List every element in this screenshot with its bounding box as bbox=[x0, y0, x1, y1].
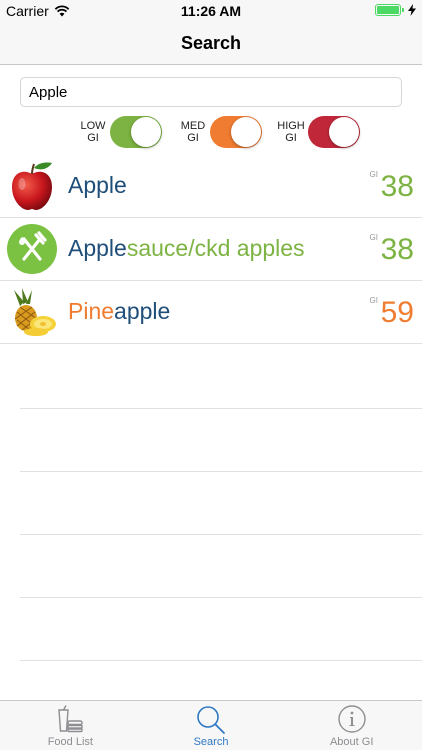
search-input[interactable] bbox=[20, 77, 402, 107]
status-right bbox=[375, 4, 416, 16]
filter-high-gi-label: HIGH GI bbox=[276, 120, 306, 144]
tab-about-gi[interactable]: About GI bbox=[281, 701, 422, 750]
apple-image bbox=[12, 162, 52, 210]
empty-row-separator bbox=[20, 597, 422, 598]
food-name-match: Apple bbox=[68, 235, 127, 261]
filter-low-gi-label: LOW GI bbox=[78, 120, 108, 144]
toggle-knob bbox=[329, 117, 359, 147]
gi-value: 38 bbox=[380, 233, 414, 266]
status-bar: Carrier 11:26 AM bbox=[0, 0, 422, 22]
low-gi-toggle[interactable] bbox=[110, 116, 162, 148]
tab-about-gi-label: About GI bbox=[329, 736, 374, 748]
empty-row-separator bbox=[20, 660, 422, 661]
status-time: 11:26 AM bbox=[180, 3, 242, 19]
empty-row-separator bbox=[20, 534, 422, 535]
gi-tag: GI bbox=[369, 296, 378, 305]
food-name-rest: sauce/ckd apples bbox=[126, 235, 305, 261]
filter-high-gi-label-line1: HIGH bbox=[277, 120, 305, 132]
filter-low-gi-label-line2: GI bbox=[87, 132, 99, 144]
charging-bolt-icon bbox=[408, 4, 416, 16]
food-name: Applesauce/ckd apples bbox=[68, 235, 305, 262]
gi-value: 59 bbox=[380, 296, 414, 329]
tab-food-list-label: Food List bbox=[47, 736, 93, 748]
filter-high-gi-label-line2: GI bbox=[285, 132, 297, 144]
med-gi-toggle[interactable] bbox=[210, 116, 262, 148]
food-name: Apple bbox=[68, 172, 127, 199]
food-list-icon bbox=[58, 705, 84, 733]
tab-search[interactable]: Search bbox=[141, 701, 282, 750]
navigation-bar: Search bbox=[0, 22, 422, 65]
info-icon bbox=[337, 705, 366, 733]
gi-value: 38 bbox=[380, 170, 414, 203]
list-item[interactable]: Pineapple GI 59 bbox=[0, 281, 422, 344]
filter-low-gi: LOW GI bbox=[78, 116, 162, 148]
list-item[interactable]: Apple GI 38 bbox=[0, 155, 422, 218]
page-title: Search bbox=[180, 33, 242, 53]
empty-row-separator bbox=[20, 408, 422, 409]
food-name-match: Apple bbox=[68, 172, 127, 198]
filter-low-gi-label-line1: LOW bbox=[80, 120, 106, 132]
results-list: Apple GI 38 Applesauce/ckd apples GI 38 bbox=[0, 155, 422, 344]
filter-med-gi: MED GI bbox=[178, 116, 262, 148]
food-name: Pineapple bbox=[68, 298, 170, 325]
food-name-prefix: Pine bbox=[68, 298, 115, 324]
empty-row-separator bbox=[20, 471, 422, 472]
filter-med-gi-label-line2: GI bbox=[187, 132, 199, 144]
tab-food-list[interactable]: Food List bbox=[0, 701, 141, 750]
tab-search-label: Search bbox=[193, 736, 229, 748]
high-gi-toggle[interactable] bbox=[308, 116, 360, 148]
pineapple-image bbox=[14, 288, 56, 336]
gi-tag: GI bbox=[369, 233, 378, 242]
tab-bar: Food List Search About GI bbox=[0, 700, 422, 750]
list-item[interactable]: Applesauce/ckd apples GI 38 bbox=[0, 218, 422, 281]
gi-tag: GI bbox=[369, 170, 378, 179]
food-name-match: apple bbox=[114, 298, 171, 324]
search-icon bbox=[197, 706, 225, 734]
battery-icon bbox=[375, 4, 404, 16]
fork-knife-icon bbox=[7, 224, 57, 274]
toggle-knob bbox=[131, 117, 161, 147]
filter-high-gi: HIGH GI bbox=[276, 116, 360, 148]
filter-med-gi-label: MED GI bbox=[178, 120, 208, 144]
toggle-knob bbox=[231, 117, 261, 147]
filter-med-gi-label-line1: MED bbox=[180, 120, 206, 132]
